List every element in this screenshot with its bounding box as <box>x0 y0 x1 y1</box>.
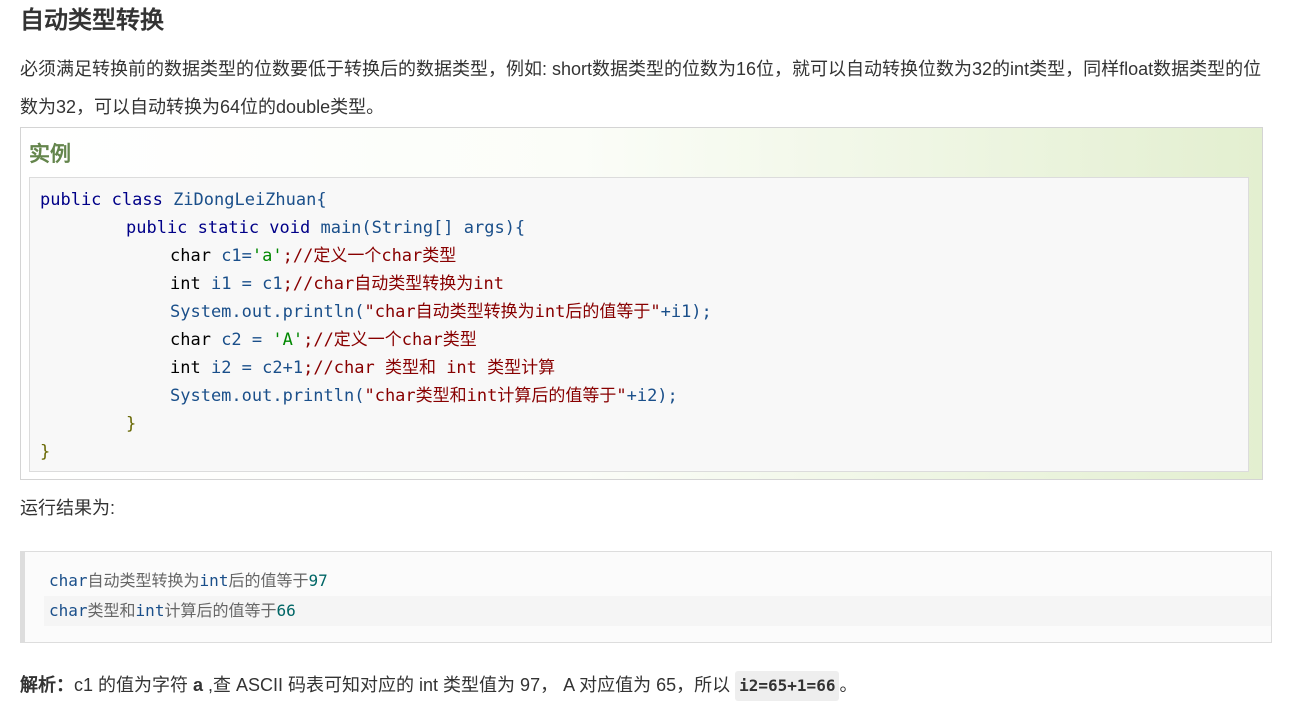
code-line-8: System.out.println("char类型和int计算后的值等于"+i… <box>170 382 678 410</box>
example-box: 实例 public class ZiDongLeiZhuan{ public s… <box>20 127 1263 480</box>
code-token: main(String[] args){ <box>320 218 526 238</box>
output-token: char <box>49 571 88 590</box>
code-token: public class <box>40 190 174 210</box>
code-line-3: char c1='a';//定义一个char类型 <box>170 242 456 270</box>
output-token: 自动类型转换为 <box>87 571 200 590</box>
output-token: 类型和 <box>87 601 136 620</box>
code-token: ZiDongLeiZhuan{ <box>173 190 327 210</box>
page-title: 自动类型转换 <box>20 7 164 34</box>
output-token: 后的值等于 <box>228 571 309 590</box>
code-comment: ;//char自动类型转换为int <box>282 274 504 294</box>
code-token: 'a' <box>251 246 283 266</box>
output-token: int <box>135 601 165 620</box>
code-block[interactable]: public class ZiDongLeiZhuan{ public stat… <box>29 177 1249 472</box>
code-token: +i2); <box>626 386 678 406</box>
code-line-5: System.out.println("char自动类型转换为int后的值等于"… <box>170 298 712 326</box>
code-string: "char类型和int计算后的值等于" <box>364 386 627 406</box>
analysis-label: 解析： <box>20 675 74 695</box>
analysis-text: ,查 ASCII 码表可知对应的 int 类型值为 97， A 对应值为 65，… <box>203 675 736 695</box>
code-comment: ;//定义一个char类型 <box>282 246 457 266</box>
output-token: 计算后的值等于 <box>164 601 277 620</box>
code-line-6: char c2 = 'A';//定义一个char类型 <box>170 326 477 354</box>
output-line-2: char类型和int计算后的值等于66 <box>44 596 1271 626</box>
example-heading: 实例 <box>29 143 71 166</box>
code-line-1: public class ZiDongLeiZhuan{ <box>40 186 327 214</box>
code-line-10: } <box>40 442 51 462</box>
analysis-end: 。 <box>839 675 858 695</box>
code-string: "char自动类型转换为int后的值等于" <box>364 302 661 322</box>
code-token: System.out.println( <box>170 302 365 322</box>
code-token: i2 = c2+1 <box>210 358 304 378</box>
code-line-2: public static void main(String[] args){ <box>126 214 525 242</box>
code-token: int <box>170 274 211 294</box>
intro-paragraph: 必须满足转换前的数据类型的位数要低于转换后的数据类型，例如: short数据类型… <box>20 59 1262 117</box>
inline-code: i2=65+1=66 <box>735 671 840 701</box>
analysis-paragraph: 解析：c1 的值为字符 a ,查 ASCII 码表可知对应的 int 类型值为 … <box>20 668 857 702</box>
output-token: int <box>199 571 229 590</box>
output-block[interactable]: char自动类型转换为int后的值等于97 char类型和int计算后的值等于6… <box>20 551 1272 643</box>
code-token: c2 = <box>221 330 273 350</box>
code-token: i1 = c1 <box>210 274 283 294</box>
analysis-text: c1 的值为字符 <box>74 675 194 695</box>
result-label: 运行结果为: <box>20 498 116 518</box>
code-comment: ;//定义一个char类型 <box>303 330 477 350</box>
code-token: c1= <box>221 246 252 266</box>
code-token: int <box>170 358 211 378</box>
analysis-char: a <box>193 675 204 695</box>
output-value: 97 <box>308 571 328 590</box>
output-value: 66 <box>276 601 296 620</box>
code-token: char <box>170 246 222 266</box>
output-token: char <box>49 601 88 620</box>
code-token: public static void <box>126 218 321 238</box>
code-token: System.out.println( <box>170 386 365 406</box>
output-line-1: char自动类型转换为int后的值等于97 <box>49 566 328 596</box>
code-token: 'A' <box>272 330 304 350</box>
code-comment: ;//char 类型和 int 类型计算 <box>303 358 556 378</box>
code-line-9: } <box>126 414 137 434</box>
code-token: char <box>170 330 222 350</box>
code-token: +i1); <box>660 302 712 322</box>
code-line-4: int i1 = c1;//char自动类型转换为int <box>170 270 504 298</box>
code-line-7: int i2 = c2+1;//char 类型和 int 类型计算 <box>170 354 555 382</box>
